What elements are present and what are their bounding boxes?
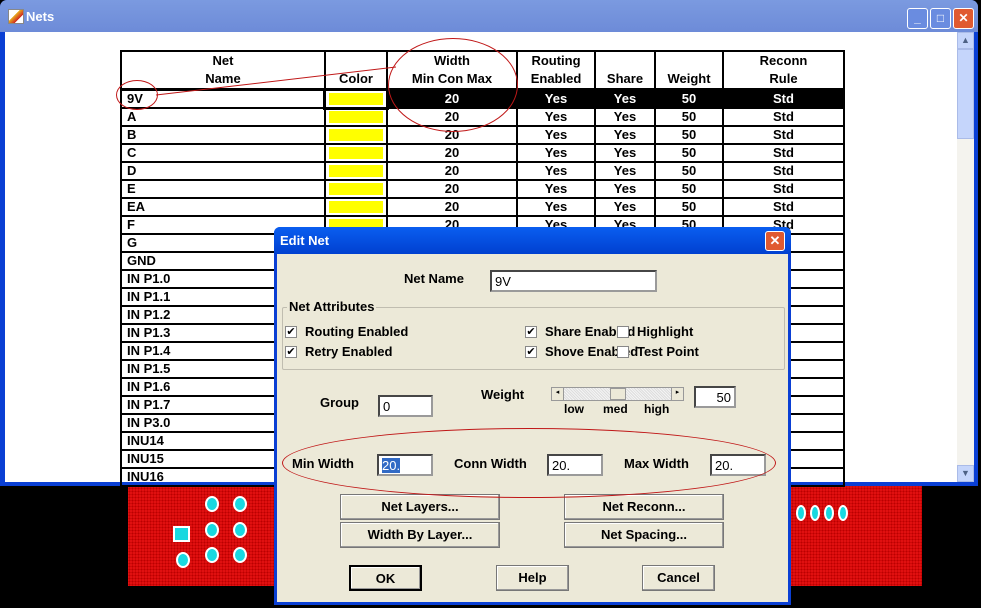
annotation-line — [155, 66, 397, 96]
